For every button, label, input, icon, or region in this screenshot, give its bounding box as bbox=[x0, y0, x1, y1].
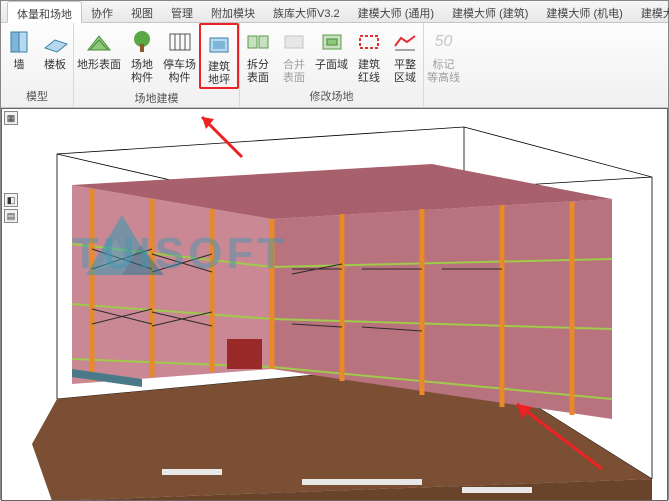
tree-icon bbox=[127, 27, 157, 57]
group-label: 模型 bbox=[26, 87, 48, 105]
tool-label: 停车场 构件 bbox=[163, 59, 196, 85]
contour-icon: 50 bbox=[429, 27, 459, 57]
toposurface-icon bbox=[84, 27, 114, 57]
subregion-icon bbox=[317, 27, 347, 57]
tool-label: 场地 构件 bbox=[131, 59, 153, 85]
label-contours-tool: 50 标记 等高线 bbox=[424, 23, 463, 85]
floor-icon bbox=[40, 27, 70, 57]
model-scene bbox=[2, 109, 667, 501]
tab-family-master[interactable]: 族库大师V3.2 bbox=[264, 1, 349, 22]
tab-label: 视图 bbox=[131, 8, 153, 20]
tool-label: 标记 等高线 bbox=[427, 59, 460, 85]
tab-mass-site[interactable]: 体量和场地 bbox=[7, 1, 82, 23]
tab-label: 建模大师 (机电) bbox=[546, 8, 622, 20]
site-component-tool[interactable]: 场地 构件 bbox=[124, 23, 160, 89]
split-surface-tool[interactable]: 拆分 表面 bbox=[240, 23, 276, 85]
split-icon bbox=[243, 27, 273, 57]
group-label: 修改场地 bbox=[310, 87, 354, 105]
tab-model-master-general[interactable]: 建模大师 (通用) bbox=[349, 1, 443, 22]
model-viewport[interactable]: ▦ ◧ ▤ bbox=[1, 108, 668, 501]
tab-label: 管理 bbox=[171, 8, 193, 20]
merge-icon bbox=[279, 27, 309, 57]
tab-collaborate[interactable]: 协作 bbox=[82, 1, 122, 22]
tool-label: 墙 bbox=[14, 59, 25, 72]
parking-icon bbox=[165, 27, 195, 57]
tab-label: 建模大师 (通用) bbox=[358, 8, 434, 20]
main-tab-row: 体量和场地 协作 视图 管理 附加模块 族库大师V3.2 建模大师 (通用) 建… bbox=[1, 1, 668, 23]
tool-label: 建筑 地坪 bbox=[208, 61, 230, 87]
tab-model-master-mep[interactable]: 建模大师 (机电) bbox=[537, 1, 631, 22]
subregion-tool[interactable]: 子面域 bbox=[312, 23, 351, 85]
tool-label: 拆分 表面 bbox=[247, 59, 269, 85]
tab-label: 族库大师V3.2 bbox=[273, 8, 340, 20]
merge-surface-tool: 合并 表面 bbox=[276, 23, 312, 85]
group-contour: 50 标记 等高线 bbox=[424, 23, 463, 107]
tool-label: 平整 区域 bbox=[394, 59, 416, 85]
parking-component-tool[interactable]: 停车场 构件 bbox=[160, 23, 199, 89]
graded-region-tool[interactable]: 平整 区域 bbox=[387, 23, 423, 85]
tab-view[interactable]: 视图 bbox=[122, 1, 162, 22]
group-site-model: 地形表面 场地 构件 停车场 构件 建筑 地坪 场地建模 bbox=[74, 23, 240, 107]
tool-label: 子面域 bbox=[315, 59, 348, 72]
property-line-icon bbox=[354, 27, 384, 57]
floor-tool[interactable]: 楼板 bbox=[37, 23, 73, 72]
tab-model-master-cons[interactable]: 建模大师 (施工) bbox=[632, 1, 669, 22]
group-label bbox=[442, 91, 445, 105]
tab-model-master-arch[interactable]: 建模大师 (建筑) bbox=[443, 1, 537, 22]
building-pad-tool[interactable]: 建筑 地坪 bbox=[199, 23, 239, 89]
wall-icon bbox=[4, 27, 34, 57]
ribbon: 墙 楼板 模型 地形表面 场地 构件 bbox=[1, 23, 668, 108]
tab-addins[interactable]: 附加模块 bbox=[202, 1, 264, 22]
graded-region-icon bbox=[390, 27, 420, 57]
tab-label: 体量和场地 bbox=[17, 9, 72, 21]
tab-label: 建模大师 (施工) bbox=[641, 8, 669, 20]
wall-tool[interactable]: 墙 bbox=[1, 23, 37, 72]
tool-label: 合并 表面 bbox=[283, 59, 305, 85]
tool-label: 楼板 bbox=[44, 59, 66, 72]
group-label: 场地建模 bbox=[135, 89, 179, 107]
building-pad-icon bbox=[204, 29, 234, 59]
toposurface-tool[interactable]: 地形表面 bbox=[74, 23, 124, 89]
group-modify-site: 拆分 表面 合并 表面 子面域 建筑 红线 bbox=[240, 23, 424, 107]
property-line-tool[interactable]: 建筑 红线 bbox=[351, 23, 387, 85]
tab-label: 建模大师 (建筑) bbox=[452, 8, 528, 20]
tab-label: 协作 bbox=[91, 8, 113, 20]
tab-manage[interactable]: 管理 bbox=[162, 1, 202, 22]
tool-label: 建筑 红线 bbox=[358, 59, 380, 85]
group-model: 墙 楼板 模型 bbox=[1, 23, 74, 107]
tab-label: 附加模块 bbox=[211, 8, 255, 20]
tool-label: 地形表面 bbox=[77, 59, 121, 72]
